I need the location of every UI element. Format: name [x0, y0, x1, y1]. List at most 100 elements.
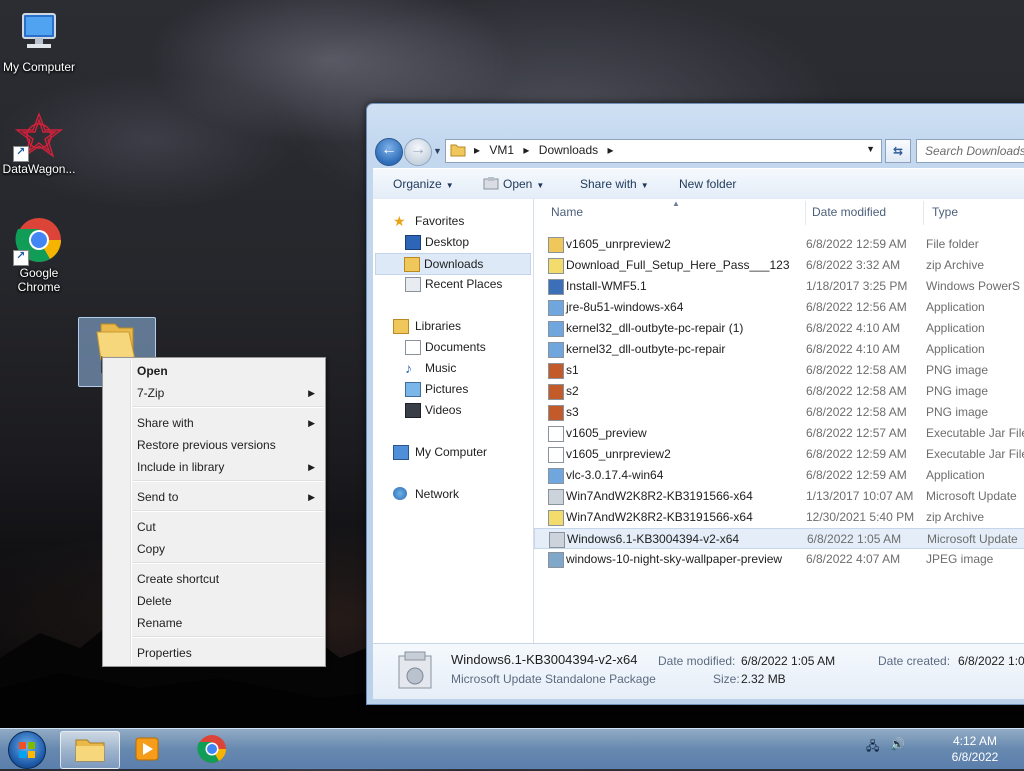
- menu-item-7zip[interactable]: 7-Zip ▶: [137, 383, 319, 403]
- file-type-icon: [549, 532, 565, 548]
- submenu-arrow-icon: ▶: [308, 492, 315, 502]
- file-row[interactable]: s1 6/8/2022 12:58 AM PNG image: [534, 360, 1024, 381]
- volume-tray-icon[interactable]: 🔊: [890, 737, 905, 751]
- menu-item-copy[interactable]: Copy: [137, 539, 319, 559]
- nav-pictures[interactable]: Pictures: [373, 379, 531, 399]
- menu-item-restore-previous-versions[interactable]: Restore previous versions: [137, 435, 319, 455]
- file-name: Download_Full_Setup_Here_Pass___123: [566, 258, 790, 272]
- menu-item-rename[interactable]: Rename: [137, 613, 319, 633]
- clock[interactable]: 4:12 AM 6/8/2022: [940, 733, 1010, 765]
- start-button[interactable]: [8, 731, 46, 769]
- file-row[interactable]: Windows6.1-KB3004394-v2-x64 6/8/2022 1:05…: [534, 528, 1024, 549]
- nav-favorites[interactable]: ★ Favorites: [373, 211, 531, 231]
- open-button[interactable]: Open ▼: [483, 177, 544, 191]
- file-list: Name ▲ Date modified Type v1605_unrprevi…: [534, 199, 1024, 643]
- address-dropdown-icon[interactable]: ▼: [866, 144, 875, 154]
- file-type-icon: [548, 279, 564, 295]
- organize-button[interactable]: Organize ▼: [393, 177, 454, 191]
- menu-item-create-shortcut[interactable]: Create shortcut: [137, 569, 319, 589]
- desktop-icon-datawagon[interactable]: DataWagon...: [0, 112, 79, 176]
- column-divider[interactable]: [923, 201, 924, 225]
- file-type-icon: [548, 342, 564, 358]
- file-type-icon: [548, 510, 564, 526]
- file-type: zip Archive: [926, 258, 985, 272]
- file-row[interactable]: vlc-3.0.17.4-win64 6/8/2022 12:59 AM Appli…: [534, 465, 1024, 486]
- caret-down-icon: ▼: [640, 181, 649, 190]
- refresh-button[interactable]: ⇆: [885, 139, 911, 163]
- file-row[interactable]: jre-8u51-windows-x64 6/8/2022 12:56 AM App…: [534, 297, 1024, 318]
- file-row[interactable]: Install-WMF5.1 1/18/2017 3:25 PM Windows P…: [534, 276, 1024, 297]
- file-type: Application: [926, 468, 985, 482]
- file-type: Windows PowerS: [926, 279, 1021, 293]
- file-row[interactable]: Win7AndW2K8R2-KB3191566-x64 1/13/2017 10:…: [534, 486, 1024, 507]
- back-button[interactable]: [375, 138, 403, 166]
- column-divider[interactable]: [805, 201, 806, 225]
- menu-item-properties[interactable]: Properties: [137, 643, 319, 663]
- nav-documents[interactable]: Documents: [373, 337, 531, 357]
- network-tray-icon[interactable]: 🖧: [866, 737, 879, 758]
- nav-music[interactable]: ♪ Music: [373, 358, 531, 378]
- desktop-icon-my-computer[interactable]: My Computer: [0, 10, 79, 74]
- breadcrumb-downloads[interactable]: Downloads: [539, 143, 598, 157]
- file-name: Install-WMF5.1: [566, 279, 647, 293]
- file-name: jre-8u51-windows-x64: [566, 300, 684, 314]
- file-name: s1: [566, 363, 579, 377]
- breadcrumb-vm1[interactable]: VM1: [489, 143, 514, 157]
- menu-item-delete[interactable]: Delete: [137, 591, 319, 611]
- address-bar[interactable]: ▸ VM1 ▸ Downloads ▸ ▼: [445, 139, 882, 163]
- desktop-icon-google-chrome[interactable]: Google Chrome: [0, 216, 79, 294]
- file-row[interactable]: v1605_unrpreview2 6/8/2022 12:59 AM File f…: [534, 234, 1024, 255]
- nav-my-computer[interactable]: My Computer: [373, 442, 531, 462]
- history-dropdown-icon[interactable]: ▼: [433, 146, 442, 156]
- nav-videos[interactable]: Videos: [373, 400, 531, 420]
- breadcrumb: ▸ VM1 ▸ Downloads ▸: [474, 143, 620, 157]
- file-date: 6/8/2022 12:59 AM: [806, 447, 907, 461]
- file-type-icon: [548, 405, 564, 421]
- nav-libraries[interactable]: Libraries: [373, 316, 531, 336]
- pictures-icon: [405, 382, 421, 397]
- file-name: s2: [566, 384, 579, 398]
- file-row[interactable]: Win7AndW2K8R2-KB3191566-x64 12/30/2021 5:…: [534, 507, 1024, 528]
- column-header-date[interactable]: Date modified: [812, 205, 886, 219]
- menu-item-share-with[interactable]: Share with ▶: [137, 413, 319, 433]
- menu-separator: [133, 636, 323, 638]
- file-type: Application: [926, 321, 985, 335]
- nav-recent-places[interactable]: Recent Places: [373, 274, 531, 294]
- nav-network[interactable]: Network: [373, 484, 531, 504]
- file-type-icon: [548, 258, 564, 274]
- file-row[interactable]: kernel32_dll-outbyte-pc-repair (1) 6/8/20…: [534, 318, 1024, 339]
- menu-item-include-in-library[interactable]: Include in library ▶: [137, 457, 319, 477]
- file-type: Executable Jar File: [926, 447, 1024, 461]
- new-folder-button[interactable]: New folder: [679, 177, 736, 191]
- nav-desktop[interactable]: Desktop: [373, 232, 531, 252]
- column-header-type[interactable]: Type: [932, 205, 958, 219]
- file-row[interactable]: Download_Full_Setup_Here_Pass___123 6/8/2…: [534, 255, 1024, 276]
- search-input[interactable]: Search Downloads: [916, 139, 1024, 163]
- file-date: 6/8/2022 1:05 AM: [807, 532, 902, 546]
- file-type-icon: [548, 237, 564, 253]
- file-type-icon: [548, 552, 564, 568]
- nav-downloads[interactable]: Downloads: [375, 253, 531, 275]
- menu-item-cut[interactable]: Cut: [137, 517, 319, 537]
- file-name: Windows6.1-KB3004394-v2-x64: [567, 532, 740, 546]
- file-type: Microsoft Update: [926, 489, 1017, 503]
- file-row[interactable]: v1605_unrpreview2 6/8/2022 12:59 AM Execut…: [534, 444, 1024, 465]
- file-row[interactable]: s2 6/8/2022 12:58 AM PNG image: [534, 381, 1024, 402]
- forward-button[interactable]: [404, 138, 432, 166]
- menu-item-send-to[interactable]: Send to ▶: [137, 487, 319, 507]
- column-header-name[interactable]: Name: [551, 205, 583, 219]
- taskbar-explorer-button[interactable]: [60, 731, 120, 769]
- share-with-button[interactable]: Share with ▼: [580, 177, 649, 191]
- file-row[interactable]: windows-10-night-sky-wallpaper-preview 6/…: [534, 549, 1024, 570]
- file-type: File folder: [926, 237, 979, 251]
- details-size-value: 2.32 MB: [741, 672, 786, 686]
- file-row[interactable]: v1605_preview 6/8/2022 12:57 AM Executable…: [534, 423, 1024, 444]
- menu-item-open[interactable]: Open: [137, 361, 319, 381]
- desktop-icon-label: Google Chrome: [17, 266, 61, 294]
- taskbar-media-player-button[interactable]: [118, 731, 176, 767]
- file-row[interactable]: kernel32_dll-outbyte-pc-repair 6/8/2022 4…: [534, 339, 1024, 360]
- taskbar-chrome-button[interactable]: [183, 731, 241, 767]
- chrome-icon: [13, 216, 63, 266]
- file-date: 6/8/2022 12:59 AM: [806, 468, 907, 482]
- file-row[interactable]: s3 6/8/2022 12:58 AM PNG image: [534, 402, 1024, 423]
